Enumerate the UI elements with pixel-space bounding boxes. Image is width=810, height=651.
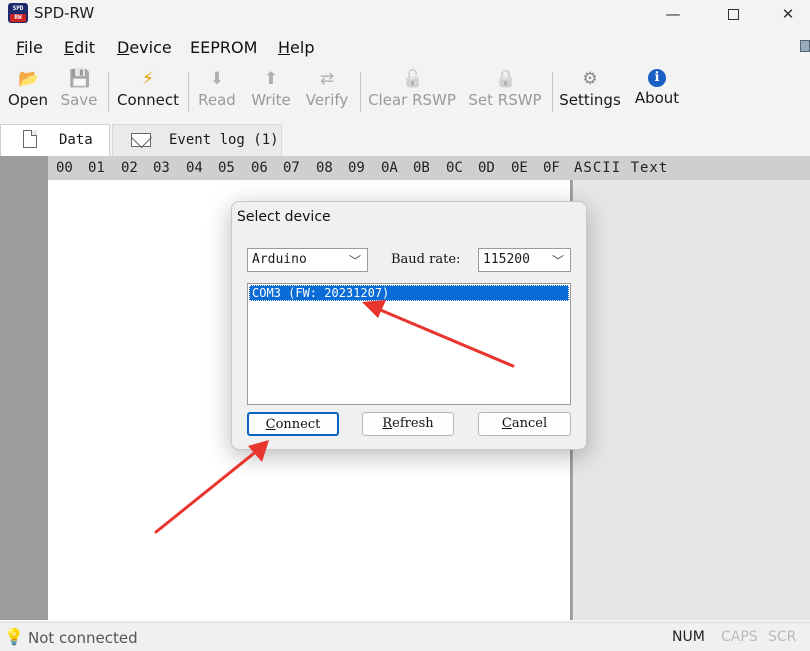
ascii-header: ASCII Text bbox=[574, 160, 669, 176]
toolbar: 📂 Open 💾 Save ⚡ Connect ⬇ Read ⬆ Write ⇄… bbox=[0, 64, 810, 120]
toolbar-separator bbox=[552, 72, 553, 112]
baud-rate-label: Baud rate: bbox=[391, 252, 461, 267]
tab-bar: Data Event log (1) bbox=[0, 122, 810, 156]
maximize-icon bbox=[727, 9, 739, 20]
status-bar: 💡 Not connected NUM CAPS SCR bbox=[0, 622, 810, 651]
dialog-title: Select device bbox=[237, 209, 331, 225]
read-button[interactable]: ⬇ Read bbox=[194, 64, 240, 118]
menu-eeprom[interactable]: EEPROM bbox=[190, 38, 257, 57]
lightning-plus-icon: ⚡ bbox=[142, 69, 154, 89]
toolbar-separator bbox=[360, 72, 361, 112]
clear-rswp-button[interactable]: 🔓 Clear RSWP bbox=[366, 64, 458, 118]
connection-status: Not connected bbox=[28, 629, 138, 647]
save-button[interactable]: 💾 Save bbox=[56, 64, 102, 118]
swap-arrows-icon: ⇄ bbox=[319, 69, 335, 89]
set-rswp-button[interactable]: 🔒 Set RSWP bbox=[466, 64, 544, 118]
floppy-disk-icon: 💾 bbox=[69, 69, 91, 89]
num-lock-indicator: NUM bbox=[672, 629, 705, 645]
lock-icon: 🔒 bbox=[495, 69, 517, 89]
minimize-button[interactable]: — bbox=[650, 0, 696, 30]
list-item[interactable]: COM3 (FW: 20231207) bbox=[249, 285, 569, 301]
settings-button[interactable]: ⚙ Settings bbox=[558, 64, 622, 118]
refresh-button[interactable]: Refresh bbox=[362, 412, 454, 436]
app-logo-icon: SPD RW bbox=[8, 3, 28, 23]
device-list[interactable]: COM3 (FW: 20231207) bbox=[247, 283, 571, 405]
toolbar-separator bbox=[108, 72, 109, 112]
device-type-select[interactable]: Arduino ﹀ bbox=[247, 248, 368, 272]
menu-bar: File Edit Device EEPROM Help bbox=[0, 36, 810, 60]
caps-lock-indicator: CAPS bbox=[721, 629, 758, 645]
arrow-up-icon: ⬆ bbox=[263, 69, 279, 89]
menu-help[interactable]: Help bbox=[278, 38, 314, 57]
arrow-down-icon: ⬇ bbox=[209, 69, 225, 89]
unlock-icon: 🔓 bbox=[402, 69, 424, 89]
envelope-icon bbox=[131, 133, 151, 147]
dialog-connect-button[interactable]: Connect bbox=[247, 412, 339, 436]
write-button[interactable]: ⬆ Write bbox=[248, 64, 294, 118]
chevron-down-icon: ﹀ bbox=[551, 254, 564, 268]
document-icon bbox=[23, 130, 37, 148]
lightbulb-icon: 💡 bbox=[4, 627, 24, 646]
cancel-button[interactable]: Cancel bbox=[478, 412, 571, 436]
info-icon: ℹ bbox=[648, 69, 666, 87]
maximize-button[interactable] bbox=[710, 0, 756, 30]
verify-button[interactable]: ⇄ Verify bbox=[302, 64, 352, 118]
folder-open-icon: 📂 bbox=[18, 69, 40, 89]
close-button[interactable]: ✕ bbox=[765, 0, 810, 30]
baud-rate-select[interactable]: 115200 ﹀ bbox=[478, 248, 571, 272]
about-button[interactable]: ℹ About bbox=[630, 64, 684, 118]
menu-edit[interactable]: Edit bbox=[64, 38, 95, 57]
open-button[interactable]: 📂 Open bbox=[4, 64, 52, 118]
hex-column-header: 00 01 02 03 04 05 06 07 08 09 0A 0B 0C 0… bbox=[48, 156, 810, 180]
select-device-dialog: Select device Arduino ﹀ Baud rate: 11520… bbox=[231, 201, 587, 450]
gear-icon: ⚙ bbox=[582, 69, 598, 89]
title-bar: SPD RW SPD-RW — ✕ bbox=[0, 0, 810, 30]
tab-event-log[interactable]: Event log (1) bbox=[112, 124, 282, 156]
menu-file[interactable]: File bbox=[16, 38, 43, 57]
window-title: SPD-RW bbox=[34, 4, 95, 22]
connect-button[interactable]: ⚡ Connect bbox=[114, 64, 182, 118]
mdi-restore-icon[interactable] bbox=[800, 40, 810, 52]
chevron-down-icon: ﹀ bbox=[348, 254, 361, 268]
tab-data[interactable]: Data bbox=[0, 124, 110, 156]
scroll-lock-indicator: SCR bbox=[768, 629, 797, 645]
menu-device[interactable]: Device bbox=[117, 38, 172, 57]
ascii-data-pane[interactable] bbox=[572, 180, 810, 620]
toolbar-separator bbox=[188, 72, 189, 112]
